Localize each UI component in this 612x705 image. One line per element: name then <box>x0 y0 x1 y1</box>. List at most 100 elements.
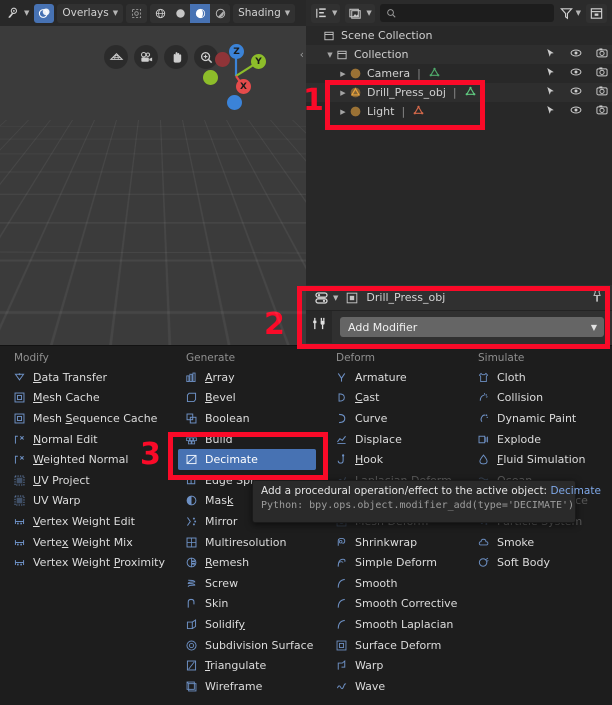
menu-item-subdivision-surface[interactable]: Subdivision Surface <box>172 635 322 656</box>
camera-data-icon[interactable] <box>428 66 441 82</box>
add-modifier-menu[interactable]: Modify Data Transfer Mesh Cache Mesh Sequen… <box>0 345 612 705</box>
camera-view-icon[interactable] <box>134 45 158 69</box>
menu-item-collision[interactable]: Collision <box>464 388 612 409</box>
menu-item-surface-deform[interactable]: Surface Deform <box>322 635 464 656</box>
eye-icon[interactable] <box>569 46 583 63</box>
outliner-display-mode-button[interactable]: ▼ <box>311 3 341 23</box>
camera-render-icon[interactable] <box>595 103 609 120</box>
menu-item-curve[interactable]: Curve <box>322 408 464 429</box>
viewport-sidebar-toggle[interactable]: ‹ <box>300 48 304 61</box>
menu-item-array[interactable]: Array <box>172 367 322 388</box>
add-modifier-dropdown[interactable]: Add Modifier ▼ <box>340 317 604 337</box>
menu-item-bevel[interactable]: Bevel <box>172 388 322 409</box>
eye-icon[interactable] <box>569 84 583 101</box>
new-collection-button[interactable] <box>586 3 607 23</box>
gizmo-axis-z[interactable]: Z <box>229 44 244 59</box>
menu-item-smoke[interactable]: Smoke <box>464 532 612 553</box>
menu-item-hook[interactable]: Hook <box>322 449 464 470</box>
editor-type-selector[interactable]: ▼ <box>4 4 31 23</box>
menu-item-displace[interactable]: Displace <box>322 429 464 450</box>
pin-id-button[interactable] <box>589 288 604 307</box>
outliner-row-drill-press-obj[interactable]: ▶ Drill_Press_obj | <box>306 83 612 102</box>
outliner-row-scene-collection[interactable]: Scene Collection <box>306 26 612 45</box>
menu-item-soft-body[interactable]: Soft Body <box>464 552 612 573</box>
menu-item-solidify[interactable]: Solidify <box>172 614 322 635</box>
shading-popover-button[interactable]: Shading ▼ <box>233 3 296 23</box>
mesh-data-icon[interactable] <box>464 85 477 101</box>
outliner-editor[interactable]: ▼ ▼ ▼ Scene Collection ▼ Collection ▶ Ca… <box>306 0 612 285</box>
camera-render-icon[interactable] <box>595 65 609 82</box>
material-preview-shading-button[interactable] <box>190 3 211 23</box>
wireframe-shading-button[interactable] <box>150 4 170 23</box>
menu-item-boolean[interactable]: Boolean <box>172 408 322 429</box>
rendered-shading-button[interactable] <box>210 4 230 23</box>
menu-item-fluid-simulation[interactable]: Fluid Simulation <box>464 449 612 470</box>
menu-item-warp[interactable]: Warp <box>322 655 464 676</box>
overlays-popover-button[interactable]: Overlays ▼ <box>57 3 124 23</box>
menu-item-vertex-weight-proximity[interactable]: Vertex Weight Proximity <box>0 552 172 573</box>
menu-item-triangulate[interactable]: Triangulate <box>172 655 322 676</box>
menu-item-wave[interactable]: Wave <box>322 676 464 697</box>
menu-item-mesh-sequence-cache[interactable]: Mesh Sequence Cache <box>0 408 172 429</box>
expander-open-icon[interactable]: ▼ <box>325 51 335 59</box>
camera-render-icon[interactable] <box>595 46 609 63</box>
toggle-grid-icon[interactable] <box>104 45 128 69</box>
arrow-select-icon[interactable] <box>544 85 557 101</box>
eye-icon[interactable] <box>569 65 583 82</box>
menu-item-vertex-weight-mix[interactable]: Vertex Weight Mix <box>0 532 172 553</box>
light-data-icon[interactable] <box>412 104 425 120</box>
arrow-select-icon[interactable] <box>544 104 557 120</box>
outliner-row-collection[interactable]: ▼ Collection <box>306 45 612 64</box>
menu-item-wireframe[interactable]: Wireframe <box>172 676 322 697</box>
modifier-properties-tab[interactable] <box>310 315 328 331</box>
menu-item-skin[interactable]: Skin <box>172 594 322 615</box>
menu-item-data-transfer[interactable]: Data Transfer <box>0 367 172 388</box>
3d-viewport[interactable]: ▼ Overlays ▼ Shading ▼ Z Y X ‹ <box>0 0 306 345</box>
outliner-row-light[interactable]: ▶ Light | <box>306 102 612 121</box>
properties-editor-type-button[interactable]: ▼ <box>314 290 338 306</box>
gizmo-axis-neg-y[interactable] <box>203 70 218 85</box>
menu-item-screw[interactable]: Screw <box>172 573 322 594</box>
overlays-toggle-button[interactable] <box>34 3 55 23</box>
shading-mode-group <box>150 3 231 23</box>
outliner-search-input[interactable] <box>379 4 554 22</box>
outliner-row-camera[interactable]: ▶ Camera | <box>306 64 612 83</box>
menu-item-simple-deform[interactable]: Simple Deform <box>322 552 464 573</box>
menu-item-smooth-corrective[interactable]: Smooth Corrective <box>322 594 464 615</box>
menu-item-label: Explode <box>497 432 541 446</box>
solid-shading-button[interactable] <box>170 4 190 23</box>
xray-toggle-button[interactable] <box>126 3 148 23</box>
menu-item-remesh[interactable]: Remesh <box>172 552 322 573</box>
gizmo-axis-x[interactable]: X <box>236 79 251 94</box>
menu-item-multiresolution[interactable]: Multiresolution <box>172 532 322 553</box>
menu-item-mesh-cache[interactable]: Mesh Cache <box>0 388 172 409</box>
gizmo-axis-y[interactable]: Y <box>251 54 266 69</box>
expander-closed-icon[interactable]: ▶ <box>338 89 348 97</box>
menu-item-cast[interactable]: Cast <box>322 388 464 409</box>
id-type-filter-button[interactable]: ▼ <box>345 3 375 23</box>
expander-closed-icon[interactable]: ▶ <box>338 108 348 116</box>
menu-item-vertex-weight-edit[interactable]: Vertex Weight Edit <box>0 511 172 532</box>
outliner-filter-button[interactable]: ▼ <box>559 6 581 21</box>
menu-item-shrinkwrap[interactable]: Shrinkwrap <box>322 532 464 553</box>
camera-render-icon[interactable] <box>595 84 609 101</box>
menu-item-armature[interactable]: Armature <box>322 367 464 388</box>
menu-item-dynamic-paint[interactable]: Dynamic Paint <box>464 408 612 429</box>
menu-item-uv-project[interactable]: UV Project <box>0 470 172 491</box>
menu-item-smooth-laplacian[interactable]: Smooth Laplacian <box>322 614 464 635</box>
gizmo-axis-neg-z[interactable] <box>227 95 242 110</box>
menu-item-label: Vertex Weight Edit <box>33 514 135 528</box>
menu-item-smooth[interactable]: Smooth <box>322 573 464 594</box>
menu-item-build[interactable]: Build <box>172 429 322 450</box>
arrow-select-icon[interactable] <box>544 47 557 63</box>
eye-icon[interactable] <box>569 103 583 120</box>
menu-item-decimate[interactable]: Decimate <box>178 449 316 470</box>
gizmo-axis-neg-x[interactable] <box>215 52 230 67</box>
arrow-select-icon[interactable] <box>544 66 557 82</box>
menu-item-cloth[interactable]: Cloth <box>464 367 612 388</box>
menu-item-explode[interactable]: Explode <box>464 429 612 450</box>
move-view-icon[interactable] <box>164 45 188 69</box>
expander-closed-icon[interactable]: ▶ <box>338 70 348 78</box>
viewport-navigation-gizmo[interactable]: Z Y X <box>200 42 270 110</box>
menu-item-uv-warp[interactable]: UV Warp <box>0 491 172 512</box>
